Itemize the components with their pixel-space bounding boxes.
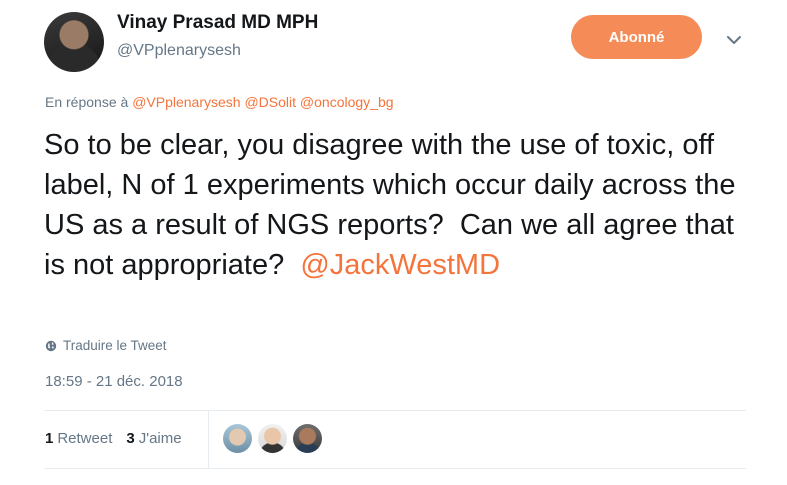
likes-count: 3 (126, 430, 135, 447)
divider (44, 468, 746, 469)
author-name[interactable]: Vinay Prasad MD MPH (117, 12, 318, 34)
retweets-stat[interactable]: 1 Retweet (45, 430, 112, 447)
divider (44, 410, 746, 411)
tweet-mention-link[interactable]: @JackWestMD (300, 249, 500, 281)
likes-label: J'aime (138, 430, 182, 447)
liker-avatar[interactable] (223, 424, 252, 453)
likers-avatars (223, 424, 322, 453)
liker-avatar[interactable] (258, 424, 287, 453)
following-button[interactable]: Abonné (571, 15, 702, 59)
likes-stat[interactable]: 3 J'aime (126, 430, 181, 447)
retweets-label: Retweet (57, 430, 113, 447)
chevron-down-icon[interactable] (724, 30, 744, 50)
reply-mention-link[interactable]: @oncology_bg (300, 94, 394, 110)
translate-label: Traduire le Tweet (63, 338, 167, 353)
reply-prefix: En réponse à (45, 94, 129, 110)
tweet-timestamp[interactable]: 18:59 - 21 déc. 2018 (45, 373, 183, 390)
tweet-stats: 1 Retweet 3 J'aime (45, 430, 182, 447)
author-handle[interactable]: @VPplenarysesh (117, 42, 241, 60)
author-avatar[interactable] (44, 12, 104, 72)
tweet-text: So to be clear, you disagree with the us… (44, 125, 744, 285)
globe-icon (45, 340, 57, 351)
reply-mention-link[interactable]: @VPplenarysesh (132, 94, 240, 110)
stats-divider (208, 411, 209, 468)
retweets-count: 1 (45, 430, 54, 447)
translate-tweet-link[interactable]: Traduire le Tweet (45, 338, 167, 353)
reply-context: En réponse à @VPplenarysesh @DSolit @onc… (45, 94, 394, 110)
liker-avatar[interactable] (293, 424, 322, 453)
reply-mention-link[interactable]: @DSolit (244, 94, 296, 110)
